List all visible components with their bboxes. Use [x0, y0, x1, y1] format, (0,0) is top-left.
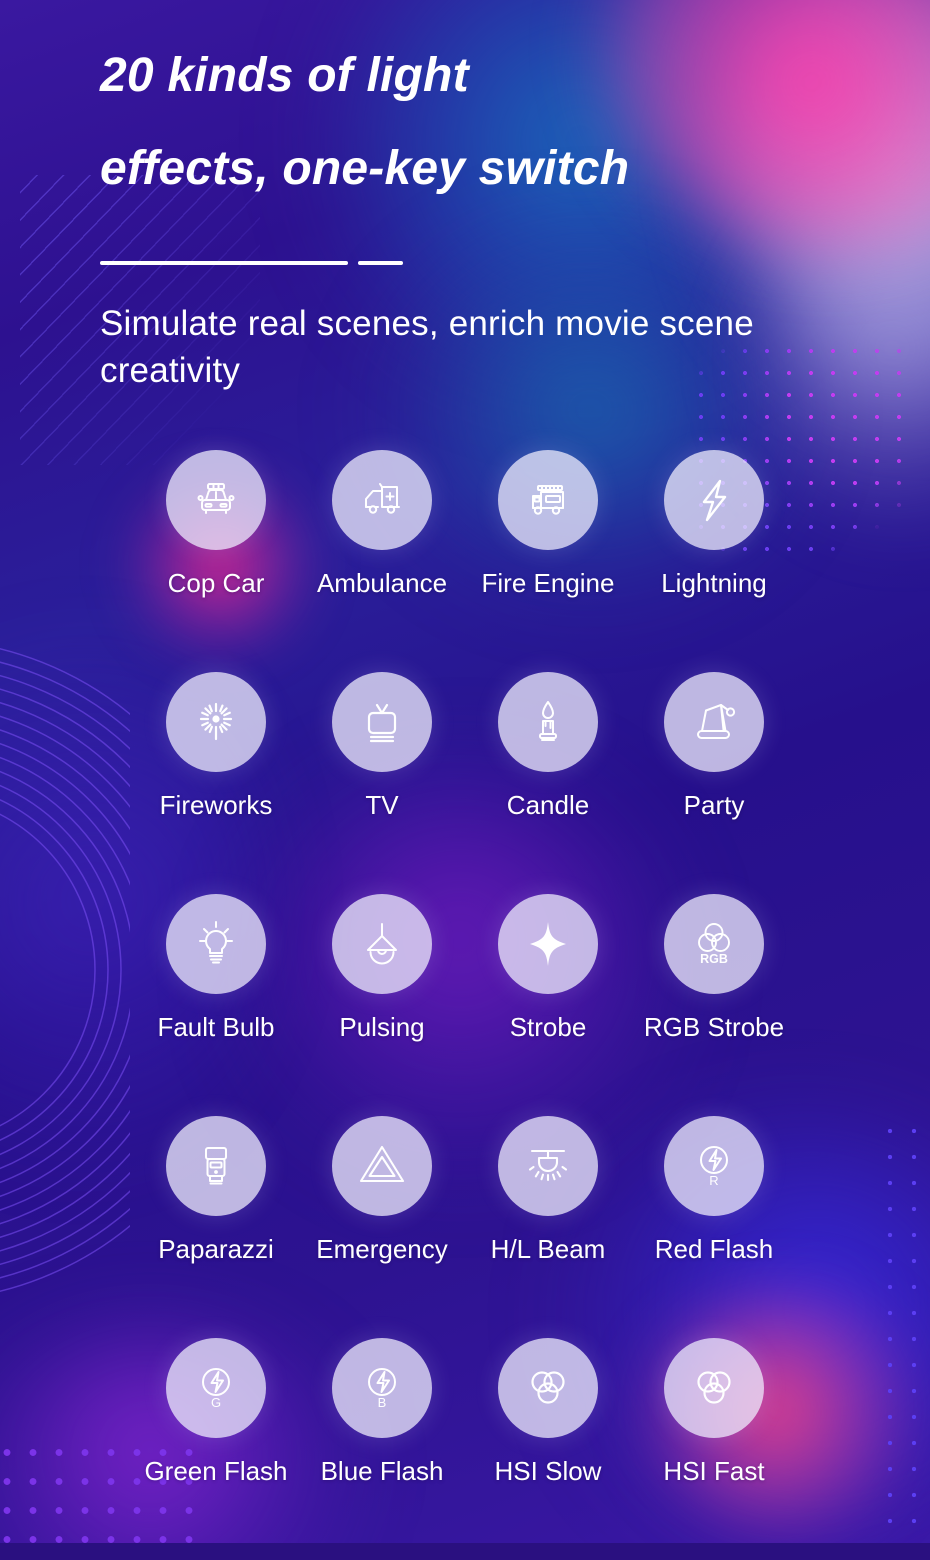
fireworks-burst-icon — [199, 702, 233, 741]
effect-item-fire-engine[interactable]: Fire Engine — [465, 450, 631, 672]
dot-grid-right-column — [878, 1118, 930, 1543]
effect-item-hsi-fast[interactable]: HSI Fast — [631, 1338, 797, 1560]
effect-label: Pulsing — [339, 1012, 425, 1042]
effect-label: TV — [365, 790, 399, 820]
effect-item-strobe[interactable]: Strobe — [465, 894, 631, 1116]
concentric-arcs-decoration — [0, 610, 130, 1330]
pendant-lamp-icon — [367, 923, 397, 965]
effect-label: Candle — [506, 790, 590, 820]
effect-label: Cop Car — [167, 568, 265, 598]
effect-label: Fault Bulb — [157, 1012, 275, 1042]
effect-icon-circle — [498, 1338, 598, 1438]
camera-flash-icon — [205, 1147, 227, 1185]
flash-r-icon: R — [700, 1146, 728, 1188]
effect-icon-circle — [498, 1116, 598, 1216]
effect-icon-circle — [166, 672, 266, 772]
effect-item-candle[interactable]: Candle — [465, 672, 631, 894]
effect-item-paparazzi[interactable]: Paparazzi — [133, 1116, 299, 1338]
effect-item-tv[interactable]: TV — [299, 672, 465, 894]
effect-icon-circle — [332, 894, 432, 994]
effect-label: HSI Slow — [494, 1456, 602, 1486]
ambulance-icon — [365, 483, 400, 514]
page-subtitle: Simulate real scenes, enrich movie scene… — [100, 304, 754, 391]
effect-label: Fire Engine — [481, 568, 615, 598]
effect-icon-circle — [166, 450, 266, 550]
lightning-bolt-icon — [702, 479, 727, 522]
effect-label: RGB Strobe — [643, 1012, 785, 1042]
effect-icon-circle — [332, 1116, 432, 1216]
fire-truck-icon — [532, 485, 564, 515]
effect-icon-circle — [498, 672, 598, 772]
effect-item-rgb-strobe[interactable]: RGB RGB Strobe — [631, 894, 797, 1116]
page-title: 20 kinds of light effects, one-key switc… — [100, 49, 900, 195]
effect-label: Paparazzi — [158, 1234, 274, 1264]
police-car-icon — [197, 483, 235, 514]
effect-item-hsi-slow[interactable]: HSI Slow — [465, 1338, 631, 1560]
effect-icon-circle — [498, 450, 598, 550]
effect-icon-circle: G — [166, 1338, 266, 1438]
flash-badge-text: G — [211, 1395, 221, 1410]
effect-icon-circle — [664, 450, 764, 550]
flash-g-icon: G — [202, 1368, 230, 1410]
candle-icon — [539, 701, 557, 741]
effect-item-cop-car[interactable]: Cop Car — [133, 450, 299, 672]
headline-line-1: 20 kinds of light — [100, 49, 469, 102]
effect-label: Red Flash — [654, 1234, 774, 1264]
stage-light-icon — [697, 704, 736, 739]
effect-icon-circle: B — [332, 1338, 432, 1438]
effect-label: Green Flash — [144, 1456, 288, 1486]
effect-item-fault-bulb[interactable]: Fault Bulb — [133, 894, 299, 1116]
effect-item-lightning[interactable]: Lightning — [631, 450, 797, 672]
light-effects-grid: Cop Car Ambulance Fire Engine Lightning … — [133, 450, 797, 1560]
effect-item-party[interactable]: Party — [631, 672, 797, 894]
effect-item-fireworks[interactable]: Fireworks — [133, 672, 299, 894]
effect-label: Lightning — [661, 568, 767, 598]
effect-item-ambulance[interactable]: Ambulance — [299, 450, 465, 672]
effect-item-hl-beam[interactable]: H/L Beam — [465, 1116, 631, 1338]
effect-icon-circle: RGB — [664, 894, 764, 994]
hsi-venn-icon — [697, 1371, 731, 1404]
effect-label: Emergency — [316, 1234, 448, 1264]
effect-item-green-flash[interactable]: G Green Flash — [133, 1338, 299, 1560]
effect-icon-circle — [166, 1116, 266, 1216]
effect-icon-circle — [332, 450, 432, 550]
effect-label: Blue Flash — [320, 1456, 444, 1486]
headline-line-2: effects, one-key switch — [100, 141, 630, 195]
effect-label: Ambulance — [316, 568, 448, 598]
four-point-star-icon — [530, 922, 566, 966]
hsi-venn-icon — [531, 1371, 565, 1404]
effect-icon-circle — [332, 672, 432, 772]
warning-triangle-icon — [359, 1145, 405, 1183]
rgb-venn-icon: RGB — [698, 923, 730, 966]
divider-segment-short — [358, 261, 403, 265]
rgb-badge-text: RGB — [700, 952, 728, 966]
effect-label: H/L Beam — [490, 1234, 606, 1264]
flash-badge-text: B — [378, 1395, 387, 1410]
effect-icon-circle — [498, 894, 598, 994]
television-icon — [367, 703, 397, 743]
effect-icon-circle — [664, 672, 764, 772]
flash-b-icon: B — [368, 1368, 396, 1410]
effect-label: HSI Fast — [663, 1456, 765, 1486]
effect-label: Fireworks — [159, 790, 273, 820]
effect-item-emergency[interactable]: Emergency — [299, 1116, 465, 1338]
light-bulb-icon — [199, 921, 233, 964]
effect-icon-circle — [166, 894, 266, 994]
effect-item-pulsing[interactable]: Pulsing — [299, 894, 465, 1116]
flash-badge-text: R — [709, 1173, 718, 1188]
effect-item-red-flash[interactable]: R Red Flash — [631, 1116, 797, 1338]
effect-label: Party — [683, 790, 745, 820]
divider-segment-long — [100, 261, 348, 265]
ceiling-beam-icon — [528, 1149, 568, 1182]
effect-label: Strobe — [509, 1012, 587, 1042]
effect-icon-circle — [664, 1338, 764, 1438]
effect-icon-circle: R — [664, 1116, 764, 1216]
effect-item-blue-flash[interactable]: B Blue Flash — [299, 1338, 465, 1560]
